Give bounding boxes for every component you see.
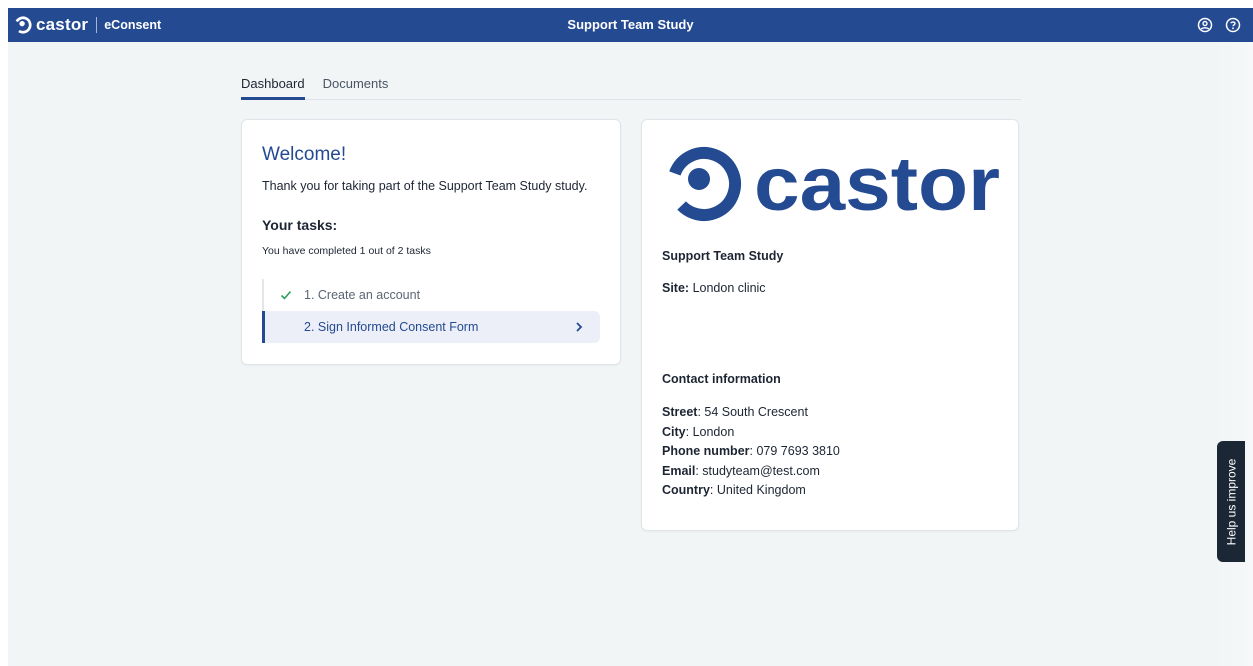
chevron-right-icon [576, 322, 583, 332]
help-us-improve-button[interactable]: Help us improve [1217, 441, 1245, 562]
contact-heading: Contact information [662, 372, 781, 386]
contact-email: Email: studyteam@test.com [662, 462, 840, 482]
study-name: Support Team Study [662, 249, 784, 263]
castor-logo-icon [14, 16, 32, 34]
phone-label: Phone number [662, 444, 750, 458]
scroll-shade [1213, 42, 1253, 666]
contact-country: Country: United Kingdom [662, 481, 840, 501]
brand-divider [96, 17, 98, 33]
task-list: 1. Create an account 2. Sign Informed Co… [262, 279, 600, 343]
site-label: Site: [662, 281, 690, 295]
email-label: Email [662, 463, 696, 478]
country-label: Country [662, 483, 710, 497]
app-frame: castor eConsent Support Team Study Dashb… [8, 8, 1253, 666]
study-title: Support Team Study [567, 17, 694, 32]
product-name: eConsent [104, 18, 162, 32]
top-navigation-bar: castor eConsent Support Team Study [8, 8, 1253, 42]
topbar-actions [1195, 15, 1243, 35]
castor-logo-text: castor [754, 142, 1000, 226]
task-sign-consent-form[interactable]: 2. Sign Informed Consent Form [262, 311, 600, 343]
email-value: : studyteam@test.com [695, 463, 820, 478]
contact-street: Street: 54 South Crescent [662, 403, 840, 423]
contact-list: Street: 54 South Crescent City: London P… [662, 403, 840, 501]
help-icon[interactable] [1223, 15, 1243, 35]
welcome-title: Welcome! [262, 144, 347, 165]
city-label: City [662, 424, 686, 439]
street-value: : 54 South Crescent [697, 405, 808, 419]
country-value: : United Kingdom [709, 483, 806, 497]
site-value: London clinic [692, 281, 766, 295]
welcome-card: Welcome! Thank you for taking part of th… [241, 119, 621, 365]
phone-value: : 079 7693 3810 [749, 444, 840, 458]
page-tabs: Dashboard Documents [241, 76, 1021, 100]
task-label: 1. Create an account [304, 288, 421, 302]
study-info-card: castor Support Team Study Site: London c… [641, 119, 1019, 531]
task-create-account: 1. Create an account [264, 279, 600, 311]
site-line: Site: London clinic [662, 281, 766, 295]
welcome-message: Thank you for taking part of the Support… [262, 179, 588, 193]
tasks-heading: Your tasks: [262, 217, 338, 233]
city-value: : London [685, 424, 735, 439]
street-label: Street [662, 405, 698, 419]
checkmark-icon [280, 290, 292, 300]
contact-phone: Phone number: 079 7693 3810 [662, 442, 840, 462]
castor-logo: castor [667, 142, 1000, 226]
tab-dashboard[interactable]: Dashboard [241, 76, 305, 100]
tasks-progress: You have completed 1 out of 2 tasks [262, 245, 431, 257]
contact-city: City: London [662, 423, 840, 443]
task-label: 2. Sign Informed Consent Form [304, 320, 479, 334]
brand-name: castor [36, 15, 89, 34]
help-us-improve-label: Help us improve [1224, 458, 1239, 545]
brand[interactable]: castor eConsent [8, 8, 161, 42]
account-icon[interactable] [1195, 15, 1215, 35]
tab-documents[interactable]: Documents [323, 76, 389, 100]
